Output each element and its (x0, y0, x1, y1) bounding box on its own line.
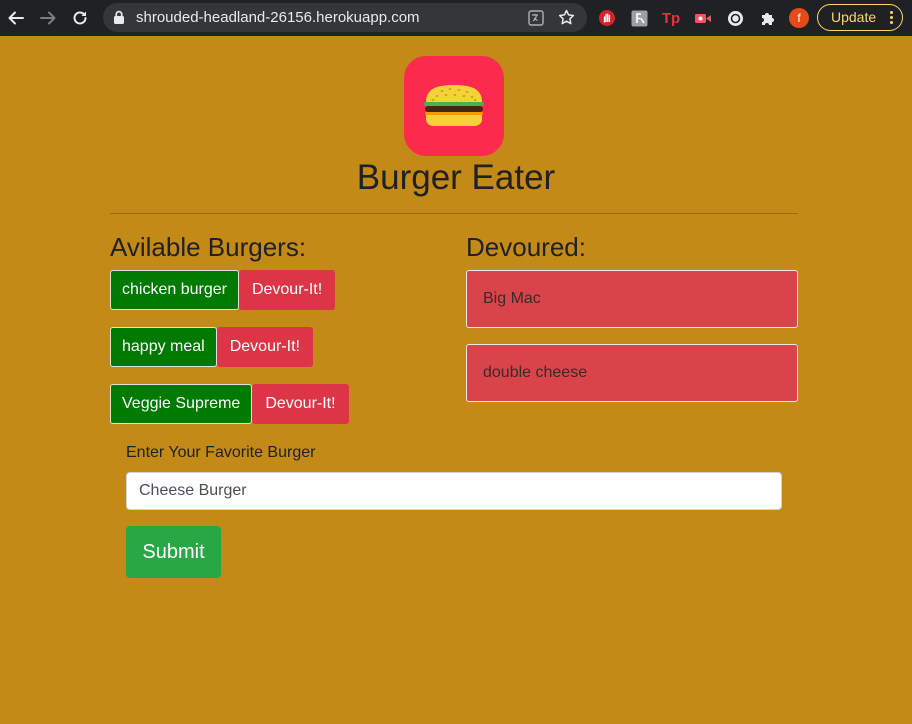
url-text: shrouded-headland-26156.herokuapp.com (136, 9, 420, 26)
update-label: Update (831, 9, 877, 25)
bookmark-star-icon[interactable] (558, 9, 575, 26)
back-button[interactable] (4, 6, 28, 30)
translate-icon[interactable] (527, 9, 544, 26)
browser-toolbar: shrouded-headland-26156.herokuapp.com Tp (0, 0, 912, 36)
page-title: Burger Eater (356, 158, 556, 197)
tp-extension-icon[interactable]: Tp (661, 8, 681, 28)
burger-input-label: Enter Your Favorite Burger (126, 444, 316, 461)
burger-name: Veggie Supreme (110, 384, 253, 424)
header-divider (110, 213, 798, 214)
burger-name: happy meal (110, 327, 217, 367)
back-arrow-icon (8, 11, 24, 25)
devour-button[interactable]: Devour-It! (238, 270, 336, 310)
list-item: chicken burger Devour-It! (110, 270, 336, 310)
puzzle-icon[interactable] (757, 8, 777, 28)
submit-button[interactable]: Submit (126, 526, 221, 578)
devoured-item: Big Mac (466, 270, 798, 328)
lock-icon (113, 10, 125, 29)
burger-input[interactable] (126, 472, 782, 510)
circle-extension-icon[interactable] (725, 8, 745, 28)
forward-arrow-icon (40, 11, 56, 25)
font-extension-icon[interactable] (629, 8, 649, 28)
devour-button[interactable]: Devour-It! (216, 327, 313, 367)
list-item: happy meal Devour-It! (110, 327, 313, 367)
video-record-icon[interactable] (693, 8, 713, 28)
address-bar[interactable]: shrouded-headland-26156.herokuapp.com (103, 3, 587, 32)
reload-icon (73, 11, 87, 25)
burger-icon (424, 85, 484, 126)
devour-button[interactable]: Devour-It! (252, 384, 349, 424)
devoured-heading: Devoured: (466, 232, 586, 262)
available-burgers-heading: Avilable Burgers: (110, 232, 307, 262)
update-button[interactable]: Update (817, 4, 903, 31)
forward-button[interactable] (36, 6, 60, 30)
devoured-item: double cheese (466, 344, 798, 402)
stop-hand-icon[interactable] (597, 8, 617, 28)
profile-avatar[interactable]: f (789, 8, 809, 28)
reload-button[interactable] (68, 6, 92, 30)
list-item: Veggie Supreme Devour-It! (110, 384, 349, 424)
burger-name: chicken burger (110, 270, 239, 310)
burger-logo (404, 56, 504, 156)
kebab-menu-icon (890, 11, 894, 26)
